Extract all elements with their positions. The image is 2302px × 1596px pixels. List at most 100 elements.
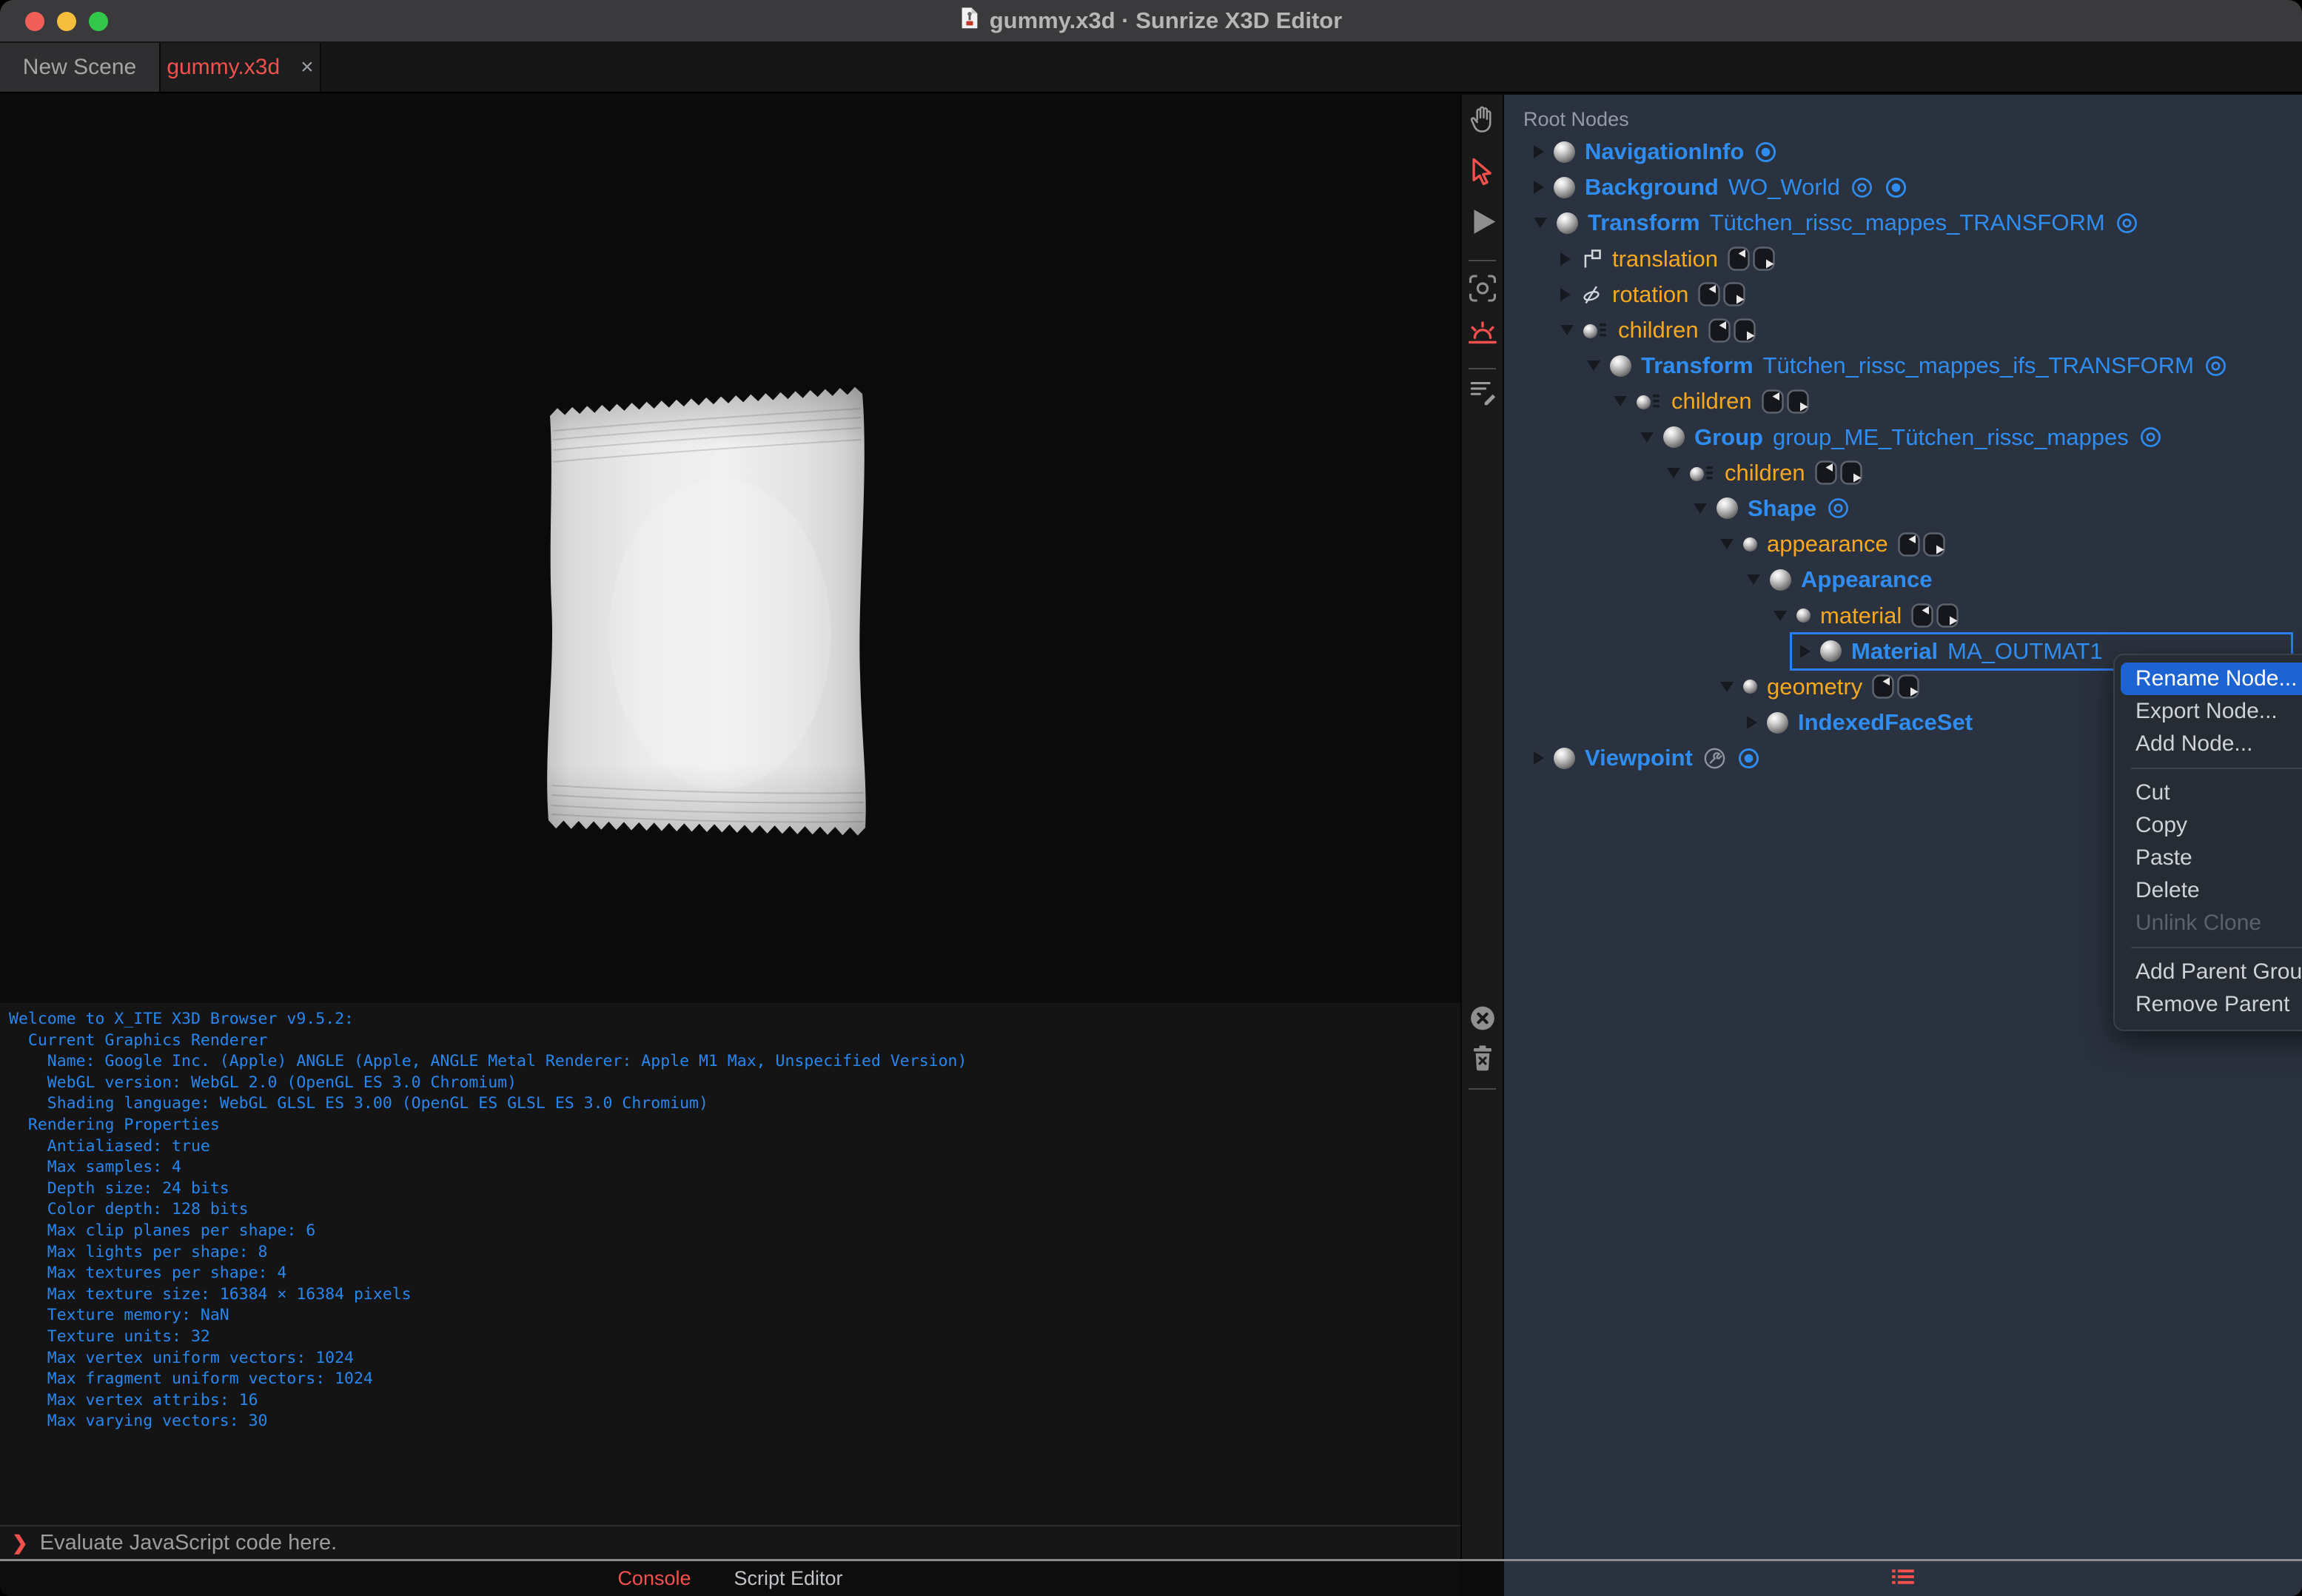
menu-item-delete[interactable]: Delete	[2115, 874, 2302, 907]
node-type-name: Background	[1585, 174, 1719, 201]
viewport-3d[interactable]	[0, 95, 1460, 1003]
menu-item-cut[interactable]: Cut	[2115, 777, 2302, 809]
field-sphere-icon	[1796, 608, 1811, 623]
expand-arrow-icon[interactable]	[1800, 644, 1811, 658]
delete-messages-icon[interactable]	[1469, 1044, 1496, 1077]
outline-row-material[interactable]: material	[1504, 597, 2302, 633]
node-sphere-icon	[1610, 355, 1631, 377]
outline-row-navigationinfo[interactable]: NavigationInfo	[1504, 134, 2302, 170]
console-line: Texture memory: NaN	[9, 1306, 229, 1325]
collapse-arrow-icon[interactable]	[1534, 218, 1547, 229]
outline-row-children[interactable]: children	[1504, 383, 2302, 419]
route-connector-icons[interactable]	[1898, 532, 1945, 557]
route-connector-icons[interactable]	[1761, 389, 1809, 414]
hand-icon[interactable]	[1466, 104, 1499, 141]
outline-row-appearance[interactable]: Appearance	[1504, 562, 2302, 597]
console-line: Texture units: 32	[9, 1327, 210, 1346]
menu-item-add-parent-group[interactable]: Add Parent Group	[2115, 956, 2302, 988]
menu-item-copy[interactable]: Copy	[2115, 809, 2302, 842]
light-icon[interactable]	[1466, 317, 1500, 355]
route-connector-icons[interactable]	[1872, 674, 1919, 700]
toolbar-separator	[1469, 260, 1496, 261]
menu-item-add-node[interactable]: Add Node...	[2115, 728, 2302, 760]
expand-arrow-icon[interactable]	[1560, 252, 1571, 266]
menu-item-export-node[interactable]: Export Node...	[2115, 695, 2302, 728]
collapse-arrow-icon[interactable]	[1667, 467, 1680, 478]
expand-arrow-icon[interactable]	[1560, 287, 1571, 301]
node-type-name: Shape	[1748, 494, 1817, 521]
traffic-lights	[25, 12, 108, 31]
field-name: rotation	[1612, 281, 1689, 307]
field-name: children	[1725, 459, 1805, 486]
expand-arrow-icon[interactable]	[1747, 716, 1757, 730]
close-window-button[interactable]	[25, 12, 44, 31]
node-type-name: Group	[1694, 423, 1763, 450]
collapse-arrow-icon[interactable]	[1640, 432, 1654, 443]
expand-arrow-icon[interactable]	[1534, 181, 1544, 195]
wrench-icon[interactable]	[1702, 746, 1727, 771]
route-connector-icons[interactable]	[1911, 603, 1959, 628]
route-connector-icons[interactable]	[1708, 318, 1756, 343]
console-line: Max clip planes per shape: 6	[9, 1221, 316, 1240]
route-connector-icons[interactable]	[1814, 460, 1862, 486]
collapse-arrow-icon[interactable]	[1747, 574, 1760, 586]
minimize-window-button[interactable]	[57, 12, 76, 31]
console-log[interactable]: Welcome to X_ITE X3D Browser v9.5.2: Cur…	[0, 1003, 1460, 1525]
script-icon[interactable]	[1466, 376, 1499, 412]
outline-row-appearance[interactable]: appearance	[1504, 526, 2302, 562]
bind-target-icon[interactable]	[1884, 175, 1908, 200]
node-type-name: Transform	[1641, 352, 1754, 379]
menu-item-paste[interactable]: Paste	[2115, 842, 2302, 874]
node-sphere-icon	[1663, 426, 1685, 449]
collapse-arrow-icon[interactable]	[1720, 681, 1734, 692]
route-connector-icons[interactable]	[1698, 282, 1746, 307]
tab-gummy-x3d[interactable]: gummy.x3d ×	[161, 43, 321, 92]
children-field-icon	[1637, 393, 1662, 410]
select-arrow-icon[interactable]	[1466, 155, 1499, 192]
collapse-arrow-icon[interactable]	[1614, 396, 1627, 407]
collapse-arrow-icon[interactable]	[1560, 325, 1574, 336]
visibility-icon[interactable]	[2204, 354, 2228, 378]
console-line: Antialiased: true	[9, 1136, 210, 1156]
console-prompt[interactable]: ❯ Evaluate JavaScript code here.	[0, 1525, 1460, 1559]
route-connector-icons[interactable]	[1728, 247, 1775, 271]
expand-arrow-icon[interactable]	[1534, 145, 1544, 159]
outline-row-background[interactable]: Background WO_World	[1504, 170, 2302, 205]
outline-row-group[interactable]: Group group_ME_Tütchen_rissc_mappes	[1504, 420, 2302, 455]
collapse-arrow-icon[interactable]	[1720, 539, 1734, 550]
node-sphere-icon	[1557, 212, 1578, 234]
tab-console[interactable]: Console	[617, 1567, 691, 1590]
expand-arrow-icon[interactable]	[1534, 751, 1544, 765]
tab-new-scene[interactable]: New Scene	[0, 43, 161, 92]
outline-row-transform[interactable]: Transform Tütchen_rissc_mappes_ifs_TRANSF…	[1504, 348, 2302, 383]
collapse-arrow-icon[interactable]	[1774, 610, 1787, 621]
tab-close-icon[interactable]: ×	[301, 55, 314, 80]
visibility-icon[interactable]	[1826, 496, 1850, 520]
play-icon[interactable]	[1466, 205, 1500, 243]
bind-target-icon[interactable]	[1736, 746, 1761, 771]
visibility-icon[interactable]	[2138, 425, 2163, 449]
outline-row-transform[interactable]: Transform Tütchen_rissc_mappes_TRANSFORM	[1504, 205, 2302, 241]
children-field-icon	[1690, 465, 1715, 481]
menu-item-remove-parent[interactable]: Remove Parent	[2115, 988, 2302, 1021]
visibility-icon[interactable]	[1850, 175, 1874, 200]
tab-script-editor[interactable]: Script Editor	[734, 1567, 843, 1590]
outline-row-translation[interactable]: translation	[1504, 241, 2302, 277]
visibility-icon[interactable]	[2115, 211, 2139, 235]
clear-console-icon[interactable]	[1468, 1004, 1497, 1037]
outline-list-icon[interactable]	[1890, 1569, 1916, 1589]
collapse-arrow-icon[interactable]	[1587, 361, 1600, 372]
zoom-window-button[interactable]	[89, 12, 108, 31]
outline-row-children[interactable]: children	[1504, 455, 2302, 491]
node-type-name: IndexedFaceSet	[1798, 709, 1973, 736]
menu-item-rename-node[interactable]: Rename Node...	[2121, 663, 2302, 695]
outline-row-shape[interactable]: Shape	[1504, 491, 2302, 526]
outline-row-children[interactable]: children	[1504, 312, 2302, 348]
outline-row-rotation[interactable]: rotation	[1504, 277, 2302, 312]
node-sphere-icon	[1820, 640, 1842, 663]
bind-target-icon[interactable]	[1754, 140, 1778, 164]
tab-label: New Scene	[22, 55, 137, 79]
node-sphere-icon	[1717, 497, 1738, 520]
look-at-icon[interactable]	[1466, 272, 1499, 309]
collapse-arrow-icon[interactable]	[1694, 503, 1707, 514]
